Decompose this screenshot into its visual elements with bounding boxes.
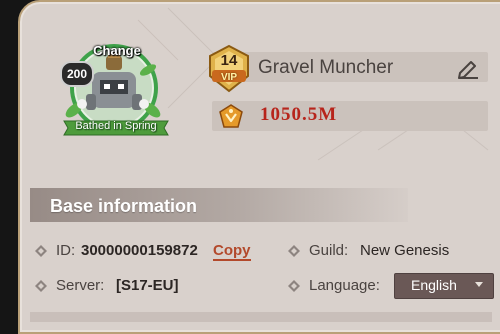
diamond-bullet-icon (288, 280, 300, 292)
language-label: Language: (309, 277, 380, 294)
power-value: 1050.5M (260, 104, 338, 125)
id-label: ID: (56, 242, 76, 259)
power-bar (212, 101, 488, 131)
player-title: Bathed in Spring (75, 120, 157, 132)
vip-level: 14 (220, 52, 238, 69)
chevron-down-icon[interactable] (474, 281, 484, 289)
power-crest-icon (219, 104, 243, 128)
copy-button[interactable]: Copy (213, 242, 251, 261)
diamond-bullet-icon (35, 245, 47, 257)
section-title: Base information (50, 196, 198, 216)
guild-value[interactable]: New Genesis (360, 242, 449, 259)
guild-label: Guild: (309, 242, 349, 259)
id-value: 30000000159872 (81, 242, 198, 259)
player-name: Gravel Muncher (258, 57, 394, 78)
pencil-icon[interactable] (456, 57, 480, 79)
diamond-bullet-icon (35, 280, 47, 292)
server-label: Server: (56, 277, 105, 294)
server-value: [S17-EU] (116, 277, 179, 294)
language-value[interactable]: English (411, 277, 457, 293)
vip-label: VIP (220, 72, 238, 83)
diamond-bullet-icon (288, 245, 300, 257)
change-avatar-button[interactable]: Change (86, 43, 148, 58)
next-section-header (30, 312, 492, 322)
level-badge: 200 (60, 61, 94, 87)
